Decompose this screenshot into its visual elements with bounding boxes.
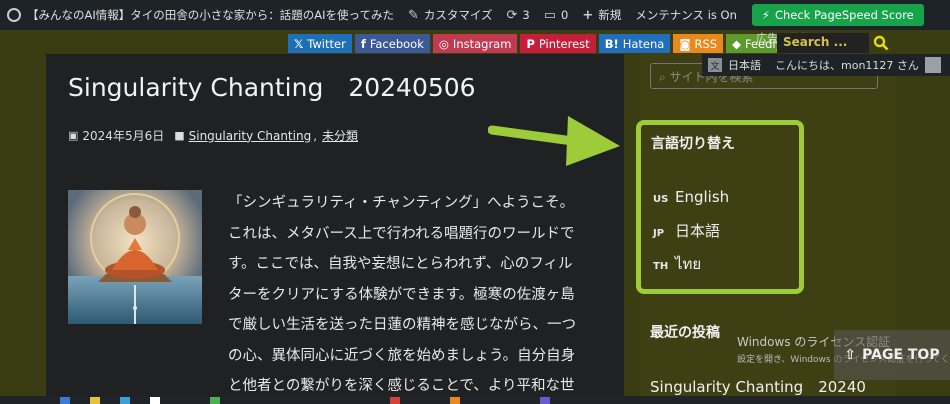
header-search-button[interactable] <box>870 33 892 53</box>
flag-us-icon: US <box>653 194 669 205</box>
taskbar-app-icon[interactable] <box>390 397 400 404</box>
customize-item[interactable]: ✎ カスタマイズ <box>401 0 500 30</box>
twitter-button[interactable]: 𝕏 Twitter <box>288 34 352 53</box>
taskbar-app-icon[interactable] <box>540 397 550 404</box>
body-line: す。ここでは、自我や妄想にとらわれず、心のフィル <box>228 256 573 272</box>
facebook-button[interactable]: f Facebook <box>354 34 430 53</box>
updates-count: 3 <box>522 8 530 22</box>
pagespeed-label: Check PageSpeed Score <box>774 8 914 22</box>
post-meta: ▣ 2024年5月6日 ■ Singularity Chanting , 未分類 <box>68 127 358 144</box>
comment-icon: ▭ <box>543 7 557 23</box>
post-date: 2024年5月6日 <box>82 129 165 143</box>
annotation-arrow-icon <box>488 116 620 166</box>
post-title: Singularity Chanting 20240506 <box>68 73 476 102</box>
instagram-label: Instagram <box>452 36 512 51</box>
twitter-icon: 𝕏 <box>294 36 304 51</box>
instagram-icon: ◎ <box>438 36 449 51</box>
user-greeting[interactable]: こんにちは、mon1127 さん <box>775 57 919 73</box>
category-separator: , <box>313 128 318 143</box>
pinterest-label: Pinterest <box>538 36 590 51</box>
taskbar-app-icon[interactable] <box>450 397 460 404</box>
body-line: これは、メタバース上で行われる唱題行のワールドで <box>228 225 575 242</box>
language-option-thai[interactable]: TH ไทย <box>653 252 701 276</box>
taskbar-app-icon[interactable] <box>90 397 100 404</box>
wp-admin-bar: 【みんなのAI情報】タイの田舎の小さな家から：話題のAIを使ってみた ✎ カスタ… <box>0 0 950 30</box>
rss-label: RSS <box>694 36 718 51</box>
twitter-label: Twitter <box>307 36 346 51</box>
language-option-english[interactable]: US English <box>653 188 729 206</box>
calendar-icon: ▣ <box>68 129 79 142</box>
hatena-button[interactable]: B! Hatena <box>598 34 671 53</box>
feedly-icon: ◆ <box>732 36 741 51</box>
body-line: ターをクリアにする体験ができます。極寒の佐渡ヶ島 <box>228 286 575 303</box>
language-option-japanese[interactable]: JP 日本語 <box>653 220 720 241</box>
body-line: 「シンギュラリティ・チャンティング」へようこそ。 <box>228 195 575 211</box>
header-search-input[interactable]: Search ... <box>777 33 869 53</box>
main-content: Singularity Chanting 20240506 ▣ 2024年5月6… <box>46 54 624 404</box>
language-name: ไทย <box>675 255 702 273</box>
page-top-label: PAGE TOP <box>862 347 940 363</box>
updates-item[interactable]: ⟳ 3 <box>500 0 537 30</box>
avatar[interactable] <box>924 57 941 73</box>
pinterest-button[interactable]: P Pinterest <box>520 34 596 53</box>
instagram-button[interactable]: ◎ Instagram <box>432 34 518 53</box>
language-switcher-title: 言語切り替え <box>651 136 735 152</box>
bolt-icon: ⚡ <box>761 8 770 22</box>
taskbar-app-icon[interactable] <box>150 397 160 404</box>
maintenance-item[interactable]: メンテナンス is On <box>628 0 744 30</box>
language-name: English <box>675 188 730 206</box>
category-link-uncategorized[interactable]: 未分類 <box>322 127 358 144</box>
recent-posts-title: 最近の投稿 <box>650 325 720 341</box>
comments-count: 0 <box>561 8 569 22</box>
rss-icon: ◙ <box>679 36 691 51</box>
flag-jp-icon: JP <box>653 228 665 239</box>
maintenance-label: メンテナンス is On <box>635 8 737 22</box>
post-thumbnail[interactable] <box>68 190 202 324</box>
customize-label: カスタマイズ <box>423 8 493 22</box>
windows-taskbar <box>0 396 950 404</box>
taskbar-app-icon[interactable] <box>120 397 130 404</box>
taskbar-app-icon[interactable] <box>210 397 220 404</box>
page-top-button[interactable]: ⇧ PAGE TOP <box>834 330 950 380</box>
language-name: 日本語 <box>675 222 721 240</box>
rss-button[interactable]: ◙ RSS <box>673 34 724 53</box>
translate-bar: 文 日本語 こんにちは、mon1127 さん <box>702 54 950 76</box>
facebook-icon: f <box>360 36 366 51</box>
translate-language[interactable]: 日本語 <box>728 57 761 73</box>
arrow-up-icon: ⇧ <box>844 347 857 363</box>
sidebar-search-icon: ⌕ <box>659 70 670 84</box>
flag-th-icon: TH <box>653 261 669 272</box>
hatena-label: Hatena <box>622 36 665 51</box>
social-bar: 𝕏 Twitter f Facebook ◎ Instagram P Pinterest… <box>288 34 789 53</box>
post-body: 「シンギュラリティ・チャンティング」へようこそ。 これは、メタバース上で行われる… <box>228 188 608 402</box>
pinterest-icon: P <box>526 36 535 51</box>
site-name: 【みんなのAI情報】タイの田舎の小さな家から：話題のAIを使ってみた <box>27 8 394 22</box>
hatena-icon: B! <box>604 36 619 51</box>
comments-item[interactable]: ▭ 0 <box>537 0 576 30</box>
body-line: で厳しい生活を送った日蓮の精神を感じながら、一つ <box>228 317 576 333</box>
taskbar-app-icon[interactable] <box>60 397 70 404</box>
site-name-item[interactable]: 【みんなのAI情報】タイの田舎の小さな家から：話題のAIを使ってみた <box>0 0 401 30</box>
new-label: 新規 <box>598 8 622 22</box>
dashboard-icon <box>7 8 21 22</box>
plus-icon: + <box>582 7 594 23</box>
body-line: の心、異体同心に近づく旅を始めましょう。自分自身 <box>228 347 576 364</box>
new-content-item[interactable]: + 新規 <box>575 0 628 30</box>
translate-icon: 文 <box>708 58 722 72</box>
folder-icon: ■ <box>174 129 185 142</box>
search-icon <box>873 35 889 51</box>
refresh-icon: ⟳ <box>506 7 518 23</box>
brush-icon: ✎ <box>407 7 419 23</box>
category-link[interactable]: Singularity Chanting <box>189 129 312 143</box>
pagespeed-button[interactable]: ⚡ Check PageSpeed Score <box>751 4 924 26</box>
facebook-label: Facebook <box>369 36 424 51</box>
